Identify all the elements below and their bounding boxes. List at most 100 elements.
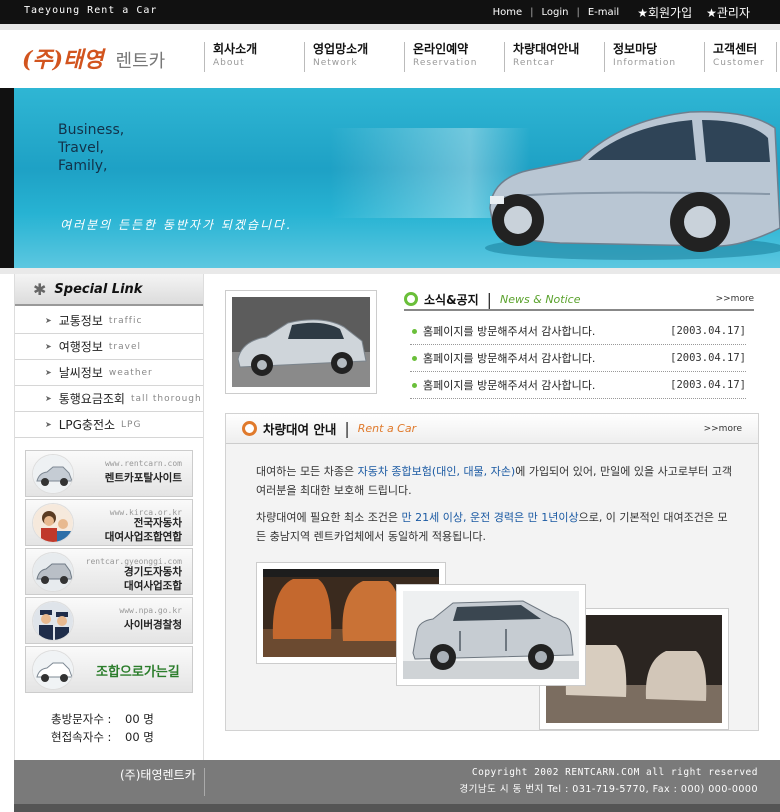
directions-banner[interactable]: 조합으로가는길 — [25, 646, 193, 693]
suv-main-photo — [396, 584, 586, 686]
home-link[interactable]: Home — [493, 7, 523, 18]
footer-copyright: Copyright 2002 RENTCARN.COM all right re… — [471, 767, 758, 778]
link-sublabel: weather — [108, 367, 153, 378]
rent-subtitle: Rent a Car — [357, 422, 417, 435]
car-thumbnail — [32, 650, 74, 690]
special-link-title: Special Link — [54, 281, 143, 297]
news-more-link[interactable]: >>more — [716, 294, 754, 304]
photo-frame — [403, 591, 579, 679]
stat-row: 현접속자수 : 00 명 — [51, 728, 154, 746]
login-link[interactable]: Login — [541, 7, 568, 18]
partner-banner-rentcarn[interactable]: www.rentcarn.com 렌트카포탈사이트 — [25, 450, 193, 497]
rent-more-link[interactable]: >>more — [704, 424, 742, 434]
highlight-text: 만 21세 이상, 운전 경력은 만 1년이상 — [401, 511, 579, 524]
partner-banner-police[interactable]: www.npa.go.kr 사이버경찰청 — [25, 597, 193, 644]
nav-label: 고객센터 — [713, 42, 758, 56]
nav-sublabel: Rentcar — [513, 58, 555, 68]
rent-header: 차량대여 안내 | Rent a Car >>more — [226, 414, 758, 444]
nav-rentcar[interactable]: 차량대여안내 Rentcar — [504, 42, 604, 72]
news-item-title: 홈페이지를 방문해주셔서 감사합니다. — [423, 325, 596, 338]
circle-bullet-icon — [404, 292, 418, 306]
logo-name: (주)태영 — [22, 47, 104, 73]
special-link-lpg[interactable]: ➤ LPG충전소 LPG — [15, 412, 203, 438]
news-item-date: [2003.04.17] — [670, 352, 746, 364]
car-thumbnail — [32, 454, 74, 494]
arrow-icon: ➤ — [45, 394, 52, 403]
news-item[interactable]: 홈페이지를 방문해주셔서 감사합니다. [2003.04.17] — [410, 372, 746, 399]
partner-banner-kirca[interactable]: www.kirca.or.kr 전국자동차 대여사업조합연합 — [25, 499, 193, 546]
current-visitors-value: 00 명 — [125, 730, 154, 744]
tagline-line: Family, — [58, 158, 108, 174]
rent-paragraph: 차량대여에 필요한 최소 조건은 만 21세 이상, 운전 경력은 만 1년이상… — [256, 508, 736, 546]
bullet-icon — [412, 328, 417, 334]
logo[interactable]: (주)태영 렌트카 — [22, 42, 165, 74]
nav-divider — [776, 42, 777, 72]
suv-image — [403, 591, 579, 679]
rent-title: 차량대여 안내 — [263, 422, 337, 437]
people-thumbnail — [32, 503, 74, 543]
banner-slogan: 여러분의 든든한 동반자가 되겠습니다. — [60, 218, 292, 232]
nav-customer[interactable]: 고객센터 Customer — [704, 42, 780, 72]
nav-label: 차량대여안내 — [513, 42, 580, 56]
nav-reservation[interactable]: 온라인예약 Reservation — [404, 42, 504, 72]
footer-address: 경기남도 시 동 번지 Tel : 031-719-5770, Fax : 00… — [459, 784, 758, 795]
top-bar: Taeyoung Rent a Car Home | Login | E-mai… — [0, 0, 780, 24]
partner-name-text: 전국자동차 대여사업조합연합 — [104, 517, 182, 543]
special-link-weather[interactable]: ➤ 날씨정보 weather — [15, 360, 203, 386]
separator: | — [344, 419, 350, 438]
nav-sublabel: Customer — [713, 58, 765, 68]
email-link[interactable]: E-mail — [588, 7, 619, 18]
nav-label: 정보마당 — [613, 42, 658, 56]
link-sublabel: traffic — [108, 315, 143, 326]
news-header: 소식&공지 | News & Notice >>more — [404, 289, 754, 311]
partner-name: 전국자동차 대여사업조합연합 — [105, 516, 182, 544]
footer: (주)태영렌트카 Copyright 2002 RENTCARN.COM all… — [14, 760, 780, 804]
admin-link[interactable]: ★관리자 — [706, 4, 750, 21]
arrow-icon: ➤ — [45, 368, 52, 377]
news-list: 홈페이지를 방문해주셔서 감사합니다. [2003.04.17] 홈페이지를 방… — [410, 318, 746, 399]
news-item[interactable]: 홈페이지를 방문해주셔서 감사합니다. [2003.04.17] — [410, 318, 746, 345]
nav-sublabel: Reservation — [413, 58, 478, 68]
nav-network[interactable]: 영업망소개 Network — [304, 42, 404, 72]
partner-name: 사이버경찰청 — [124, 619, 182, 631]
special-link-travel[interactable]: ➤ 여행정보 travel — [15, 334, 203, 360]
text: 차량대여에 필요한 최소 조건은 — [256, 511, 402, 524]
directions-label: 조합으로가는길 — [96, 665, 180, 680]
link-sublabel: LPG — [121, 419, 142, 430]
header: (주)태영 렌트카 회사소개 About 영업망소개 Network 온라인예약… — [0, 30, 780, 88]
police-thumbnail — [32, 601, 74, 641]
banner-edge — [0, 88, 14, 268]
nav-information[interactable]: 정보마당 Information — [604, 42, 704, 72]
special-link-traffic[interactable]: ➤ 교통정보 traffic — [15, 308, 203, 334]
hero-car-image — [485, 111, 780, 260]
special-link-header: ✱ Special Link — [15, 274, 203, 306]
footer-divider — [204, 768, 205, 796]
link-sublabel: travel — [108, 341, 141, 352]
stat-row: 총방문자수 : 00 명 — [51, 710, 154, 728]
join-link[interactable]: ★회원가입 — [637, 4, 692, 21]
nav-about[interactable]: 회사소개 About — [204, 42, 304, 72]
text: 대여하는 모든 차종은 — [256, 465, 358, 478]
visitor-stats: 총방문자수 : 00 명 현접속자수 : 00 명 — [51, 710, 154, 746]
partner-banner-gyeonggi[interactable]: rentcar.gyeonggi.com 경기도자동차 대여사업조합 — [25, 548, 193, 595]
top-links: Home | Login | E-mail ★회원가입 ★관리자 — [493, 4, 750, 21]
news-title: 소식&공지 — [424, 292, 479, 307]
link-label: 여행정보 — [58, 340, 103, 354]
partner-banners: www.rentcarn.com 렌트카포탈사이트 www.kirca.or.k… — [25, 450, 193, 695]
arrow-icon: ➤ — [45, 342, 52, 351]
news-item[interactable]: 홈페이지를 방문해주셔서 감사합니다. [2003.04.17] — [410, 345, 746, 372]
tagline-line: Travel, — [58, 140, 105, 156]
hero-banner: Business, Travel, Family, 여러분의 든든한 동반자가 … — [0, 88, 780, 268]
bullet-icon — [412, 355, 417, 361]
partner-url: www.npa.go.kr — [119, 606, 182, 615]
news-subtitle: News & Notice — [500, 292, 581, 306]
link-label: 날씨정보 — [58, 366, 103, 380]
nav-sublabel: About — [213, 58, 245, 68]
nav-sublabel: Information — [613, 58, 677, 68]
logo-suffix: 렌트카 — [115, 51, 166, 72]
total-visitors-value: 00 명 — [125, 712, 154, 726]
special-link-toll[interactable]: ➤ 통행요금조회 tall thorough — [15, 386, 203, 412]
partner-name: 경기도자동차 대여사업조합 — [124, 565, 182, 593]
highlight-text: 자동차 종합보험(대인, 대물, 자손) — [357, 465, 516, 478]
sedan-image — [232, 297, 370, 387]
